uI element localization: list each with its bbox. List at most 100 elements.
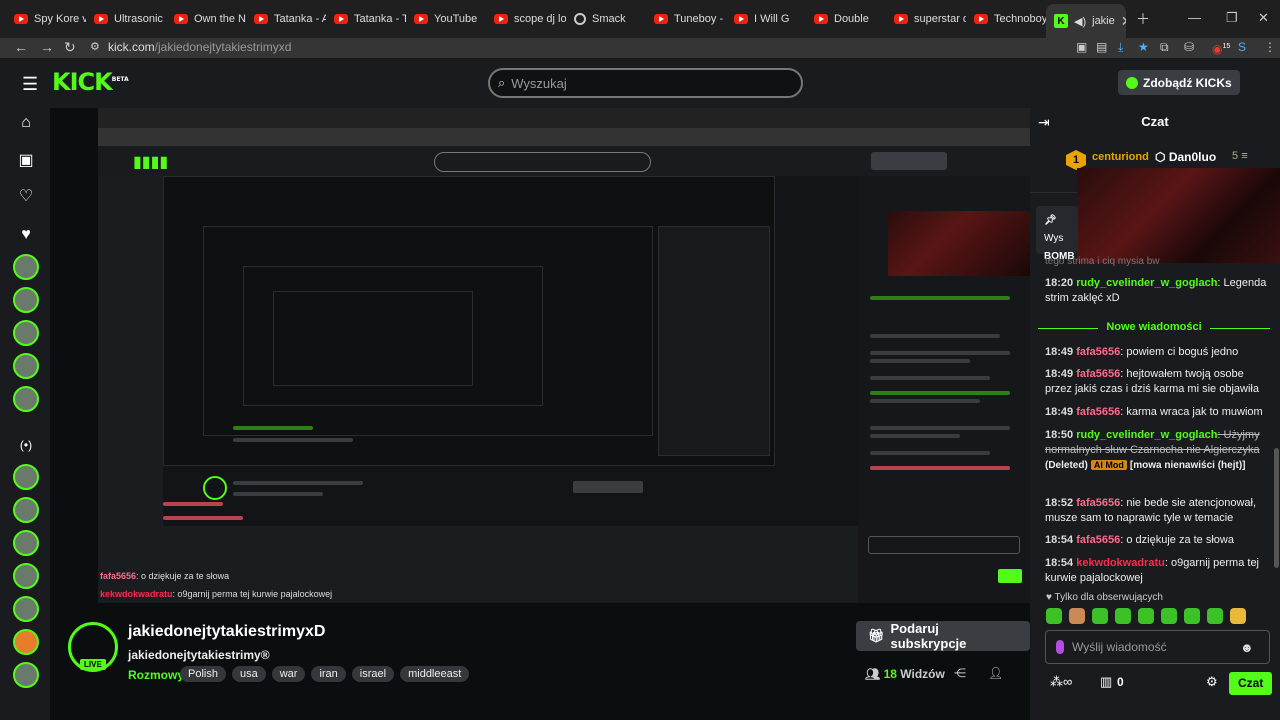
home-icon[interactable]: ⌂ [15,114,37,132]
emote-icon[interactable] [1161,608,1177,624]
hamburger-menu-icon[interactable]: ☰ [22,74,38,95]
emote-icon[interactable] [1184,608,1200,624]
browser-tab[interactable]: Smack [566,4,646,34]
chat-message: 18:52 fafa5656: nie bede sie atencjonowa… [1045,497,1257,524]
follow-user-icon[interactable]: 👤︎ [988,666,1003,680]
emote-icon[interactable] [1069,608,1085,624]
browser-tab[interactable]: I Will G [726,4,806,34]
tag-pill[interactable]: iran [311,666,346,682]
extension-icon[interactable]: ▤ [1096,38,1107,56]
chat-input[interactable] [1072,640,1232,654]
channel-avatar[interactable] [13,629,39,655]
minimize-button[interactable]: — [1188,10,1201,25]
browser-tab[interactable]: Tatanka - Af [246,4,326,34]
site-info-icon[interactable]: ⚙ [90,38,100,56]
url-field[interactable]: kick.com/jakiedonejtytakiestrimyxd [108,38,291,56]
microphone-icon[interactable] [1056,640,1064,654]
channel-avatar[interactable] [13,254,39,280]
stream-category[interactable]: Rozmowy [128,668,184,682]
browser-tab[interactable]: Ultrasonic - [86,4,166,34]
emote-icon[interactable] [1207,608,1223,624]
extension-icon[interactable]: ⛁ [1184,38,1194,56]
nested-text-image [233,426,313,430]
channel-avatar[interactable] [13,497,39,523]
settings-icon[interactable]: ⚙ [1206,674,1218,690]
pinned-message-card[interactable]: 📌︎ Wys BOMB [1036,206,1078,262]
pinned-gifter[interactable]: ⬡ Dan0luo [1155,150,1216,164]
emoji-icon[interactable]: ☻ [1240,640,1254,655]
kick-logo[interactable]: KICKBETA [52,68,129,96]
tag-pill[interactable]: middleeast [400,666,470,682]
reload-icon[interactable]: ↻ [64,38,76,56]
back-icon[interactable]: ← [14,38,28,56]
channel-avatar[interactable] [13,464,39,490]
browser-tab[interactable]: YouTube [406,4,486,34]
nested-chat-panel-image [858,176,1030,603]
nested-text-image [233,438,353,442]
share-icon[interactable]: ⋲ [954,666,966,680]
browser-tab[interactable]: Technoboy [966,4,1046,34]
star-icon[interactable]: ★ [1138,38,1149,56]
channel-avatar[interactable] [13,320,39,346]
tag-pill[interactable]: Polish [180,666,226,682]
nested-text-image [233,492,323,496]
video-caption-line: fafa5656: o dziękuje za te słowa [100,571,230,581]
channel-avatar[interactable] [13,287,39,313]
channel-avatar[interactable] [13,563,39,589]
nested-header-image: ▮▮▮▮ [98,146,1030,176]
search-input[interactable] [511,75,772,91]
kicks-points-icon[interactable]: ⁂∞ [1050,674,1072,690]
browser-tab[interactable]: Double [806,4,886,34]
maximize-button[interactable]: ❐ [1226,10,1238,26]
channel-avatar[interactable] [13,386,39,412]
channel-avatar[interactable] [13,596,39,622]
close-window-button[interactable]: ✕ [1258,10,1269,26]
gift-icon: 🎁︎ [868,628,885,643]
channel-avatar[interactable] [13,353,39,379]
chat-scrollbar[interactable] [1274,448,1279,568]
browser-tab[interactable]: Tatanka - Ta [326,4,406,34]
tag-pill[interactable]: usa [231,666,266,682]
download-icon[interactable]: ⤓ [1118,38,1123,56]
chat-message-partial: tego strima i ciq mysia bw [1045,256,1160,267]
browse-icon[interactable]: ▣ [15,150,37,170]
emote-icon[interactable] [1138,608,1154,624]
pinned-username[interactable]: centuriond [1092,151,1149,163]
send-chat-button[interactable]: Czat [1229,672,1273,695]
channel-avatar[interactable] [13,530,39,556]
close-tab-icon[interactable]: ✕ [1121,13,1126,30]
tag-pill[interactable]: war [271,666,306,682]
forward-icon[interactable]: → [40,38,54,56]
extension-badge-icon[interactable]: ◉15 [1212,38,1230,56]
browser-tab[interactable]: scope dj loc [486,4,566,34]
channel-avatar[interactable] [13,662,39,688]
emote-icon[interactable] [1046,608,1062,624]
browser-tab[interactable]: Tuneboy - V [646,4,726,34]
chat-message: 18:50 rudy_cvelinder_w_goglach: Użyjmy n… [1045,429,1260,471]
emote-icon[interactable] [1115,608,1131,624]
gift-box-icon[interactable]: ▥ [1100,674,1112,690]
nested-chat-image [658,226,770,456]
browser-tab[interactable]: Own the Ni [166,4,246,34]
tag-pill[interactable]: israel [351,666,395,682]
left-sidebar: ⌂ ▣ ♡ ♥ (•) [0,108,50,720]
chat-input-box[interactable]: ☻ [1045,630,1270,664]
gift-subscription-button[interactable]: 🎁︎ Podaruj subskrypcje [856,621,1030,651]
emote-icon[interactable] [1092,608,1108,624]
search-bar[interactable]: ⌕ [488,68,803,98]
extension-icon[interactable]: ▣ [1076,38,1087,56]
new-tab-button[interactable]: ＋ [1136,9,1150,29]
puzzle-icon[interactable]: ⧉ [1160,38,1169,56]
browser-tab[interactable]: Spy Kore vs [6,4,86,34]
address-bar: ← → ↻ ⚙ kick.com/jakiedonejtytakiestrimy… [0,38,1280,58]
gift-icon: ≡ [1241,150,1248,162]
extension-icon[interactable]: S [1238,38,1246,56]
video-player[interactable]: ▮▮▮▮ [98,108,1030,603]
menu-icon[interactable]: ⋮ [1264,38,1276,56]
browser-tab-active[interactable]: K◀)jakie✕ [1046,4,1126,38]
get-kicks-button[interactable]: Zdobądź KICKs [1118,70,1240,95]
browser-tab[interactable]: superstar dj [886,4,966,34]
emote-icon[interactable] [1230,608,1246,624]
streamer-username[interactable]: jakiedonejtytakiestrimy® [128,648,270,662]
following-heart-icon[interactable]: ♡ [15,186,37,206]
